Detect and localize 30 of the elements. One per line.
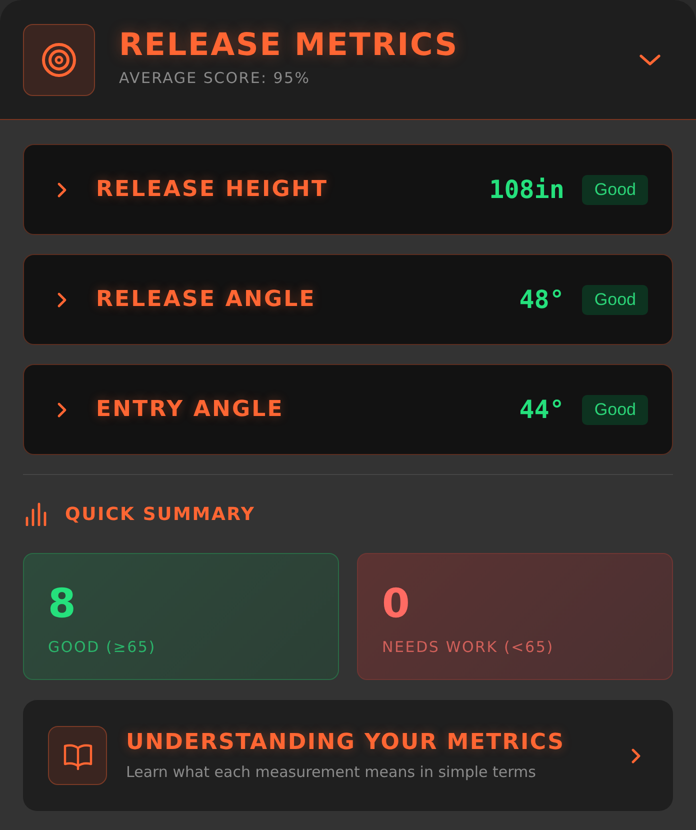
bar-chart-icon bbox=[25, 502, 47, 526]
target-icon bbox=[23, 24, 95, 96]
chevron-right-icon bbox=[631, 748, 641, 764]
metric-value: 108in bbox=[489, 175, 564, 204]
section-title: QUICK SUMMARY bbox=[65, 504, 256, 524]
metric-label: ENTRY ANGLE bbox=[96, 397, 285, 422]
metric-row[interactable]: ENTRY ANGLE 44° Good bbox=[23, 364, 673, 455]
guide-title: UNDERSTANDING YOUR METRICS bbox=[126, 730, 566, 755]
metric-label: RELEASE ANGLE bbox=[96, 287, 317, 312]
guide-description: Learn what each measurement means in simple terms bbox=[126, 763, 537, 781]
metric-value: 48° bbox=[519, 285, 564, 314]
metric-label: RELEASE HEIGHT bbox=[96, 177, 330, 202]
status-badge: Good bbox=[582, 174, 648, 204]
metric-value: 44° bbox=[519, 395, 564, 424]
metric-row[interactable]: RELEASE ANGLE 48° Good bbox=[23, 254, 673, 345]
chevron-down-icon bbox=[639, 54, 661, 66]
summary-label: GOOD (≥65) bbox=[48, 638, 157, 656]
chevron-right-icon bbox=[57, 182, 67, 198]
summary-label: NEEDS WORK (<65) bbox=[382, 638, 555, 656]
status-badge: Good bbox=[582, 284, 648, 314]
summary-count: 0 bbox=[382, 584, 411, 624]
average-score: AVERAGE SCORE: 95% bbox=[119, 68, 312, 87]
chevron-right-icon bbox=[57, 402, 67, 418]
summary-count: 8 bbox=[48, 584, 77, 624]
metric-row[interactable]: RELEASE HEIGHT 108in Good bbox=[23, 144, 673, 235]
chevron-right-icon bbox=[57, 292, 67, 308]
guide-card[interactable]: UNDERSTANDING YOUR METRICS Learn what each measurement means in simple terms bbox=[23, 700, 673, 811]
status-badge: Good bbox=[582, 394, 648, 424]
panel-title: RELEASE METRICS bbox=[119, 28, 460, 63]
book-icon bbox=[48, 726, 107, 785]
